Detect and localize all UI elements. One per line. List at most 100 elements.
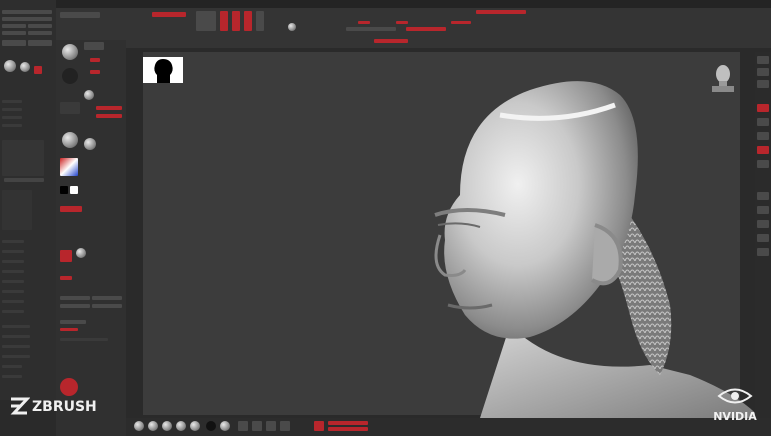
shelf-button[interactable] xyxy=(757,56,769,64)
left-palette-row[interactable] xyxy=(28,40,52,46)
sculpt-model-render[interactable] xyxy=(420,75,760,418)
left-palette-row[interactable] xyxy=(2,108,22,111)
material-sphere-icon[interactable] xyxy=(176,421,186,431)
left-palette-row[interactable] xyxy=(2,10,52,14)
stroke-dots-icon[interactable] xyxy=(62,68,78,84)
brush-sphere-icon[interactable] xyxy=(62,44,78,60)
bottom-button[interactable] xyxy=(266,421,276,431)
shelf-slider[interactable] xyxy=(396,21,408,24)
left-palette-row[interactable] xyxy=(2,290,24,293)
shelf-toggle[interactable] xyxy=(244,11,252,31)
brush-slider[interactable] xyxy=(60,276,72,280)
shelf-button[interactable] xyxy=(196,11,216,31)
left-palette-row[interactable] xyxy=(2,40,26,46)
brush-slider[interactable] xyxy=(96,114,122,118)
shelf-button[interactable] xyxy=(60,12,100,18)
shelf-button[interactable] xyxy=(757,160,769,168)
left-slider[interactable] xyxy=(4,178,44,182)
shelf-slider[interactable] xyxy=(406,27,446,31)
alpha-slot[interactable] xyxy=(60,102,80,114)
shelf-slider[interactable] xyxy=(152,12,186,17)
shelf-toggle[interactable] xyxy=(220,11,228,31)
shelf-button[interactable] xyxy=(757,192,769,200)
shelf-button-active[interactable] xyxy=(757,146,769,154)
bottom-button[interactable] xyxy=(238,421,248,431)
primary-color[interactable] xyxy=(70,186,78,194)
zbrush-logo: ZBRUSH xyxy=(8,395,97,419)
brush-slider[interactable] xyxy=(60,206,82,212)
left-palette-row[interactable] xyxy=(2,240,24,243)
bottom-button-active[interactable] xyxy=(314,421,324,431)
material-sphere-icon[interactable] xyxy=(288,23,296,31)
brush-button[interactable] xyxy=(60,296,90,300)
shelf-button-active[interactable] xyxy=(757,104,769,112)
material-sphere-icon[interactable] xyxy=(84,90,94,100)
brush-slider[interactable] xyxy=(60,328,78,331)
left-palette-row[interactable] xyxy=(2,310,24,313)
color-picker[interactable] xyxy=(60,158,78,176)
shelf-slider[interactable] xyxy=(451,21,471,24)
left-palette-row[interactable] xyxy=(2,124,22,127)
brush-slider[interactable] xyxy=(90,58,100,62)
material-sphere-icon[interactable] xyxy=(62,132,78,148)
shelf-button[interactable] xyxy=(757,206,769,214)
left-palette-row[interactable] xyxy=(28,31,52,35)
left-palette-row[interactable] xyxy=(2,17,52,21)
left-palette-row[interactable] xyxy=(2,375,22,378)
material-sphere-icon[interactable] xyxy=(220,421,230,431)
brush-button[interactable] xyxy=(60,320,86,324)
left-palette-row[interactable] xyxy=(2,355,30,358)
material-sphere-icon[interactable] xyxy=(76,248,86,258)
material-sphere-icon[interactable] xyxy=(162,421,172,431)
bottom-slider[interactable] xyxy=(328,427,368,431)
shelf-slider[interactable] xyxy=(358,21,370,24)
left-palette-row[interactable] xyxy=(2,270,24,273)
shelf-button[interactable] xyxy=(757,118,769,126)
shelf-toggle[interactable] xyxy=(256,11,264,31)
left-palette-row[interactable] xyxy=(2,260,24,263)
brush-slider[interactable] xyxy=(60,338,108,341)
left-palette-row[interactable] xyxy=(2,365,22,368)
red-tool-button[interactable] xyxy=(34,66,42,74)
left-palette-row[interactable] xyxy=(28,24,52,28)
brush-button[interactable] xyxy=(84,42,104,50)
shelf-button[interactable] xyxy=(757,248,769,256)
material-sphere-icon[interactable] xyxy=(4,60,16,72)
brush-button[interactable] xyxy=(92,296,122,300)
bottom-slider[interactable] xyxy=(328,421,368,425)
shelf-slider[interactable] xyxy=(346,27,396,31)
shelf-toggle[interactable] xyxy=(232,11,240,31)
brush-slider[interactable] xyxy=(96,106,122,110)
left-palette-row[interactable] xyxy=(2,325,30,328)
shelf-button[interactable] xyxy=(757,68,769,76)
shelf-button[interactable] xyxy=(757,234,769,242)
brush-button[interactable] xyxy=(60,304,90,308)
bottom-button[interactable] xyxy=(252,421,262,431)
shelf-slider[interactable] xyxy=(374,39,408,43)
material-sphere-icon[interactable] xyxy=(134,421,144,431)
shelf-button[interactable] xyxy=(757,132,769,140)
left-palette-row[interactable] xyxy=(2,335,30,338)
left-palette-row[interactable] xyxy=(2,345,30,348)
left-palette-row[interactable] xyxy=(2,31,26,35)
brush-button[interactable] xyxy=(60,250,72,262)
bottom-button[interactable] xyxy=(280,421,290,431)
shelf-button[interactable] xyxy=(757,220,769,228)
left-palette-row[interactable] xyxy=(2,300,24,303)
material-sphere-icon[interactable] xyxy=(84,138,96,150)
secondary-color[interactable] xyxy=(60,186,68,194)
material-sphere-icon[interactable] xyxy=(20,62,30,72)
shelf-button[interactable] xyxy=(757,80,769,88)
material-sphere-icon[interactable] xyxy=(148,421,158,431)
left-palette-row[interactable] xyxy=(2,116,22,119)
brush-slider[interactable] xyxy=(90,70,100,74)
material-sphere-icon[interactable] xyxy=(190,421,200,431)
shelf-slider[interactable] xyxy=(476,10,526,14)
brush-button[interactable] xyxy=(92,304,122,308)
left-palette-row[interactable] xyxy=(2,24,26,28)
left-palette-row[interactable] xyxy=(2,280,24,283)
stroke-icon[interactable] xyxy=(206,421,216,431)
left-palette-row[interactable] xyxy=(2,100,22,103)
left-palette-row[interactable] xyxy=(2,250,24,253)
red-sphere-button[interactable] xyxy=(60,378,78,396)
